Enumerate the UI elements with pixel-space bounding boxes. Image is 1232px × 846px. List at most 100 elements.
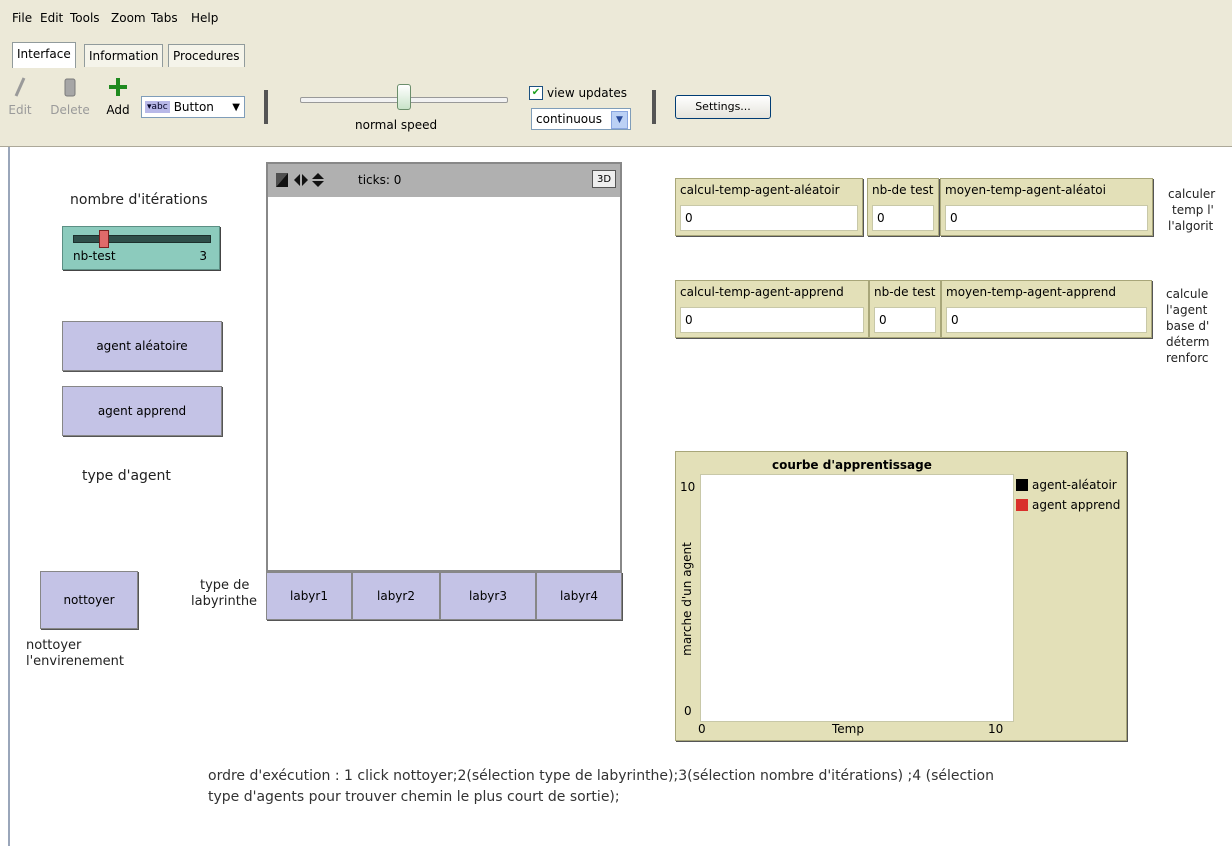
menu-file[interactable]: File bbox=[12, 11, 32, 25]
delete-label: Delete bbox=[50, 103, 90, 117]
monitor-learn-mean: moyen-temp-agent-apprend 0 bbox=[941, 280, 1152, 338]
note-right1-line1: calculer bbox=[1168, 187, 1216, 201]
monitor-value: 0 bbox=[946, 307, 1147, 333]
execution-order-line1: ordre d'exécution : 1 click nottoyer;2(s… bbox=[208, 768, 994, 784]
ticks-label: ticks: 0 bbox=[358, 173, 402, 187]
monitor-value: 0 bbox=[872, 205, 934, 231]
maze-type-label-line2: labyrinthe bbox=[191, 594, 258, 609]
monitor-value: 0 bbox=[680, 307, 864, 333]
speed-label: normal speed bbox=[355, 118, 438, 132]
monitor-random-time: calcul-temp-agent-aléatoir 0 bbox=[675, 178, 863, 236]
legend-swatch bbox=[1016, 479, 1028, 491]
world-view[interactable]: ticks: 0 3D bbox=[266, 162, 622, 572]
chevron-down-icon: ▼ bbox=[611, 111, 628, 129]
menu-tools[interactable]: Tools bbox=[70, 11, 100, 25]
clean-label-line1: nottoyer bbox=[26, 638, 82, 653]
execution-order-line2: type d'agents pour trouver chemin le plu… bbox=[208, 789, 620, 805]
agent-random-button[interactable]: agent aléatoire bbox=[62, 321, 222, 371]
interface-border bbox=[8, 147, 10, 846]
y-axis-label: marche d'un agent bbox=[679, 542, 694, 656]
monitor-value: 0 bbox=[680, 205, 858, 231]
maze-type-label-line1: type de bbox=[200, 578, 250, 593]
slider-track[interactable] bbox=[73, 235, 211, 243]
legend-item-learn: agent apprend bbox=[1016, 498, 1120, 512]
monitor-value: 0 bbox=[874, 307, 936, 333]
update-mode-label: continuous bbox=[536, 112, 602, 126]
agent-learn-button[interactable]: agent apprend bbox=[62, 386, 222, 436]
widget-type-select[interactable]: ▾abc Button ▼ bbox=[141, 96, 245, 118]
monitor-learn-time: calcul-temp-agent-apprend 0 bbox=[675, 280, 869, 338]
monitor-nb-test-learn: nb-de test 0 bbox=[869, 280, 941, 338]
trash-icon bbox=[64, 78, 76, 97]
tab-interface[interactable]: Interface bbox=[12, 42, 76, 68]
legend-item-random: agent-aléatoir bbox=[1016, 478, 1117, 492]
edit-label: Edit bbox=[8, 103, 32, 117]
labyr2-button[interactable]: labyr2 bbox=[352, 572, 440, 620]
legend-swatch bbox=[1016, 499, 1028, 511]
clean-label-line2: l'envirenement bbox=[26, 654, 125, 669]
note-right2-line3: base d' bbox=[1166, 319, 1210, 333]
button-widget-icon: ▾abc bbox=[145, 101, 170, 113]
plot-area bbox=[700, 474, 1014, 722]
add-button[interactable]: Add bbox=[104, 76, 132, 117]
tab-row: Interface Information Procedures bbox=[0, 34, 1232, 69]
iterations-label: nombre d'itérations bbox=[70, 192, 208, 208]
legend-label: agent-aléatoir bbox=[1032, 478, 1117, 492]
monitor-label: calcul-temp-agent-apprend bbox=[680, 285, 844, 299]
labyr1-button[interactable]: labyr1 bbox=[266, 572, 352, 620]
nb-test-slider[interactable]: nb-test 3 bbox=[62, 226, 220, 270]
legend-label: agent apprend bbox=[1032, 498, 1121, 512]
menu-zoom[interactable]: Zoom bbox=[111, 11, 146, 25]
x-tick-min: 0 bbox=[698, 722, 706, 736]
labyr3-button[interactable]: labyr3 bbox=[440, 572, 536, 620]
y-tick-min: 0 bbox=[684, 704, 692, 718]
update-mode-select[interactable]: continuous ▼ bbox=[531, 108, 631, 130]
plot-title: courbe d'apprentissage bbox=[772, 458, 932, 472]
chevron-down-icon: ▼ bbox=[232, 101, 240, 113]
view-controls-icon[interactable] bbox=[276, 173, 326, 187]
view-toolbar: ticks: 0 3D bbox=[268, 164, 620, 197]
agent-type-label: type d'agent bbox=[82, 468, 171, 484]
note-right2-line4: déterm bbox=[1166, 335, 1210, 349]
monitor-value: 0 bbox=[945, 205, 1148, 231]
settings-button[interactable]: Settings... bbox=[675, 95, 771, 119]
toolbar-separator bbox=[652, 90, 656, 124]
monitor-label: moyen-temp-agent-aléatoi bbox=[945, 183, 1106, 197]
slider-value: 3 bbox=[199, 249, 207, 263]
plus-icon bbox=[109, 78, 127, 96]
pencil-icon bbox=[14, 77, 26, 97]
monitor-nb-test-random: nb-de test 0 bbox=[867, 178, 939, 236]
note-right1-line2: temp l' bbox=[1172, 203, 1214, 217]
delete-button[interactable]: Delete bbox=[50, 76, 90, 117]
widget-type-label: Button bbox=[173, 100, 214, 114]
note-right2-line1: calcule bbox=[1166, 287, 1209, 301]
slider-knob[interactable] bbox=[99, 230, 109, 248]
monitor-label: calcul-temp-agent-aléatoir bbox=[680, 183, 840, 197]
x-tick-max: 10 bbox=[988, 722, 1004, 736]
monitor-label: nb-de test bbox=[874, 285, 936, 299]
add-label: Add bbox=[106, 103, 130, 117]
3d-view-button[interactable]: 3D bbox=[592, 170, 616, 188]
toolbar-separator bbox=[264, 90, 268, 124]
tab-information[interactable]: Information bbox=[84, 44, 164, 67]
note-right1-line3: l'algorit bbox=[1168, 219, 1214, 233]
view-updates-checkbox[interactable]: ✔ view updates bbox=[529, 86, 627, 100]
menu-bar: File Edit Tools Zoom Tabs Help bbox=[0, 0, 1232, 35]
note-right2-line2: l'agent bbox=[1166, 303, 1208, 317]
labyr4-button[interactable]: labyr4 bbox=[536, 572, 622, 620]
monitor-label: moyen-temp-agent-apprend bbox=[946, 285, 1117, 299]
learning-curve-plot[interactable]: courbe d'apprentissage 10 0 0 10 Temp ma… bbox=[675, 451, 1127, 741]
clean-button[interactable]: nottoyer bbox=[40, 571, 138, 629]
check-icon: ✔ bbox=[529, 86, 543, 100]
menu-tabs[interactable]: Tabs bbox=[151, 11, 178, 25]
slider-name: nb-test bbox=[73, 249, 116, 263]
menu-edit[interactable]: Edit bbox=[40, 11, 63, 25]
x-axis-label: Temp bbox=[832, 722, 864, 736]
note-right2-line5: renforc bbox=[1166, 351, 1209, 365]
monitor-random-mean: moyen-temp-agent-aléatoi 0 bbox=[940, 178, 1153, 236]
monitor-label: nb-de test bbox=[872, 183, 934, 197]
edit-button[interactable]: Edit bbox=[4, 76, 36, 117]
speed-slider-thumb[interactable] bbox=[397, 84, 411, 110]
menu-help[interactable]: Help bbox=[191, 11, 218, 25]
tab-procedures[interactable]: Procedures bbox=[168, 44, 245, 67]
